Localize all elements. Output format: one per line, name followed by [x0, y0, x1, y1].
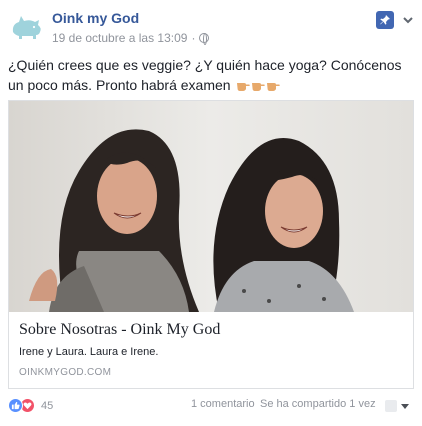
user-avatar-icon: [385, 400, 397, 412]
like-reaction-icon: [8, 398, 23, 413]
feed-post: Oink my God 19 de octubre a las 13:09 · …: [0, 0, 422, 426]
post-options-button[interactable]: [401, 13, 415, 27]
pointing-hand-emoji-icon: [252, 83, 266, 92]
thumbs-up-icon: [11, 401, 20, 410]
link-preview-photo[interactable]: [9, 101, 413, 312]
post-message-text: ¿Quién crees que es veggie? ¿Y quién hac…: [8, 57, 402, 93]
reactions-summary[interactable]: 45: [8, 398, 53, 413]
pointing-hand-emoji-icon: [267, 83, 281, 92]
post-meta: 19 de octubre a las 13:09 ·: [52, 31, 210, 45]
pin-icon: [380, 15, 390, 25]
post-timestamp[interactable]: 19 de octubre a las 13:09: [52, 31, 187, 45]
chevron-down-icon: [403, 17, 413, 24]
link-title[interactable]: Sobre Nosotras - Oink My God: [19, 321, 220, 339]
link-preview-card[interactable]: Sobre Nosotras - Oink My God Irene y Lau…: [8, 100, 414, 389]
caret-down-icon: [401, 403, 409, 409]
pin-post-button[interactable]: [376, 11, 394, 29]
post-message: ¿Quién crees que es veggie? ¿Y quién hac…: [8, 55, 408, 95]
meta-separator: ·: [191, 31, 196, 45]
comments-count-link[interactable]: 1 comentario: [191, 398, 255, 410]
shares-count-link[interactable]: Se ha compartido 1 vez: [260, 398, 376, 410]
link-domain: OINKMYGOD.COM: [19, 367, 112, 378]
heart-icon: [23, 402, 32, 410]
share-audience-selector[interactable]: [385, 400, 409, 412]
reaction-count[interactable]: 45: [41, 400, 53, 412]
two-women-laughing-photo: [9, 101, 413, 312]
link-description: Irene y Laura. Laura e Irene.: [19, 346, 159, 358]
globe-icon[interactable]: [199, 33, 210, 45]
pointing-hand-emoji-icon: [237, 83, 251, 92]
emoji-row: [236, 80, 281, 92]
page-name-link[interactable]: Oink my God: [52, 10, 139, 26]
pig-logo-icon: [12, 16, 41, 39]
page-avatar[interactable]: [8, 10, 44, 46]
